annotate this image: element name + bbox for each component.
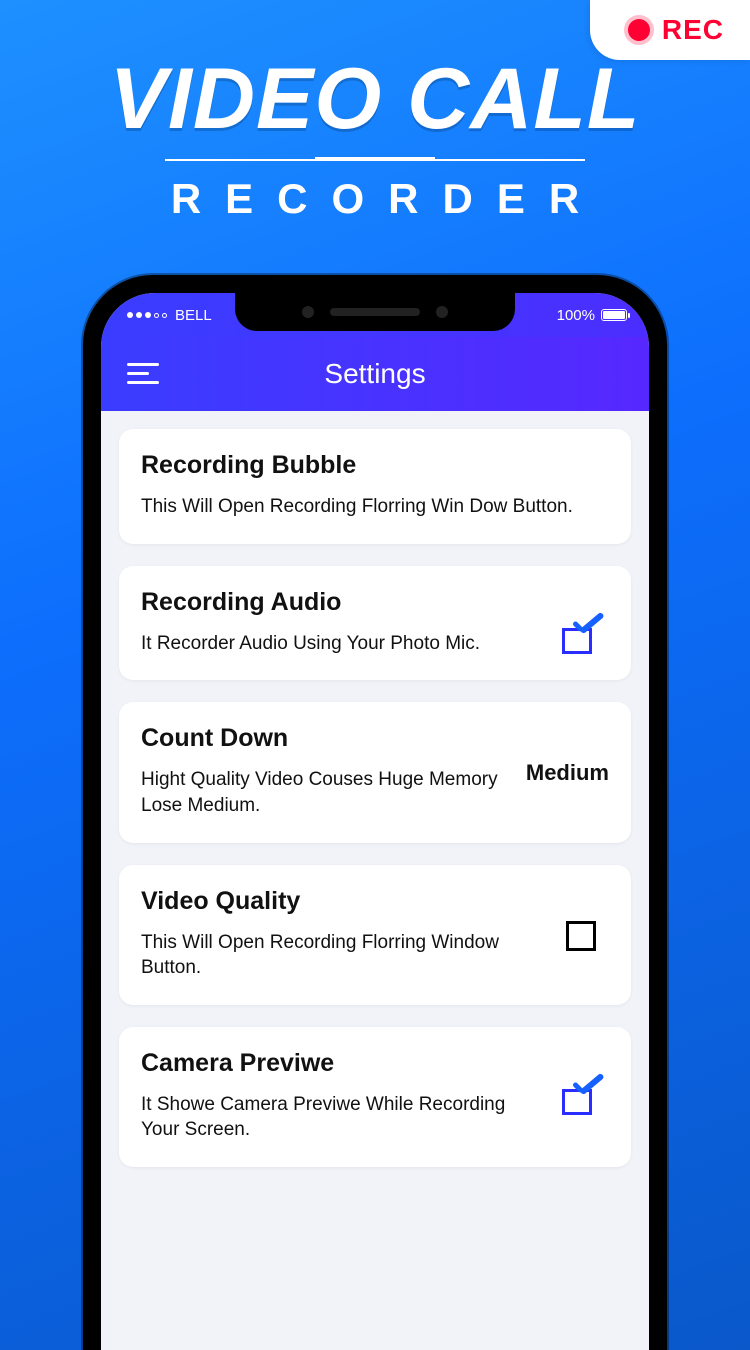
setting-desc: This Will Open Recording Florring Window… [141,930,539,981]
setting-desc: It Showe Camera Previwe While Recording … [141,1092,539,1143]
setting-count-down[interactable]: Count Down Hight Quality Video Couses Hu… [119,702,631,842]
battery-icon [601,309,627,321]
setting-title: Video Quality [141,887,539,916]
phone-screen: BELL 100% Settings Recording Bubble This… [101,293,649,1350]
setting-title: Count Down [141,724,512,753]
setting-video-quality[interactable]: Video Quality This Will Open Recording F… [119,865,631,1005]
menu-icon[interactable] [127,363,159,385]
setting-title: Recording Bubble [141,451,609,480]
status-right: 100% [557,307,627,324]
setting-desc: It Recorder Audio Using Your Photo Mic. [141,631,539,657]
hero-title: VIDEO CALL [0,50,750,149]
hero-subtitle: RECORDER [0,175,750,223]
setting-desc: This Will Open Recording Florring Win Do… [141,494,609,520]
settings-list: Recording Bubble This Will Open Recordin… [101,411,649,1167]
setting-recording-bubble[interactable]: Recording Bubble This Will Open Recordin… [119,429,631,544]
setting-title: Camera Previwe [141,1049,539,1078]
setting-value[interactable]: Medium [526,724,609,786]
page-title: Settings [127,358,623,390]
status-left: BELL [127,307,212,324]
phone-frame: BELL 100% Settings Recording Bubble This… [83,275,667,1350]
setting-camera-preview[interactable]: Camera Previwe It Showe Camera Previwe W… [119,1027,631,1167]
app-bar: Settings [101,337,649,411]
setting-recording-audio[interactable]: Recording Audio It Recorder Audio Using … [119,566,631,681]
carrier-label: BELL [175,307,212,324]
checkbox-empty-icon[interactable] [566,921,596,951]
record-icon [628,19,650,41]
hero-divider [165,159,585,161]
checkbox-checked-icon[interactable] [562,622,600,654]
rec-badge: REC [590,0,750,60]
setting-desc: Hight Quality Video Couses Huge Memory L… [141,767,512,818]
signal-icon [127,312,167,318]
checkbox-checked-icon[interactable] [562,1083,600,1115]
phone-notch [235,293,515,331]
rec-label: REC [662,14,724,46]
setting-title: Recording Audio [141,588,539,617]
battery-label: 100% [557,307,595,324]
